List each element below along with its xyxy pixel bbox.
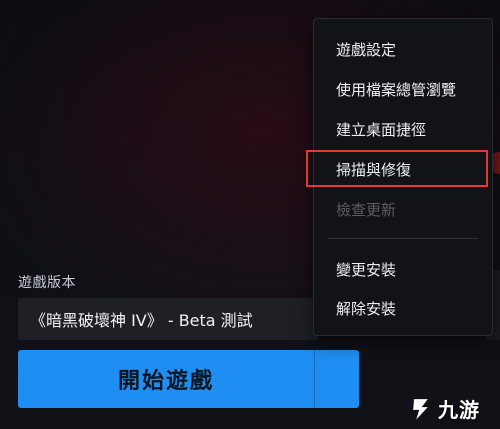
play-button[interactable]: 開始遊戲 [18, 350, 314, 408]
menu-item-uninstall[interactable]: 解除安裝 [336, 298, 396, 319]
play-button-label: 開始遊戲 [117, 369, 214, 394]
menu-item-modify-install[interactable]: 變更安裝 [336, 259, 396, 280]
watermark-text: 九游 [438, 398, 480, 422]
menu-item-scan-and-repair[interactable]: 掃描與修復 [336, 159, 411, 180]
watermark: 九游 [408, 394, 480, 423]
game-version-selected-value: 《暗黑破壞神 IV》 - Beta 測試 [30, 311, 253, 330]
game-version-label: 遊戲版本 [18, 275, 76, 291]
menu-item-show-in-explorer[interactable]: 使用檔案總管瀏覽 [336, 79, 456, 100]
menu-item-create-desktop-shortcut[interactable]: 建立桌面捷徑 [336, 119, 426, 140]
menu-item-game-settings[interactable]: 遊戲設定 [336, 39, 396, 60]
game-version-select[interactable]: 《暗黑破壞神 IV》 - Beta 測試 [18, 298, 318, 340]
menu-item-check-for-updates: 檢查更新 [336, 201, 397, 219]
game-options-context-menu: 遊戲設定 使用檔案總管瀏覽 建立桌面捷徑 掃描與修復 檢查更新 變更安裝 解除安… [313, 18, 493, 336]
menu-divider [328, 238, 478, 239]
watermark-logo-icon [412, 398, 429, 420]
play-options-dropdown-button[interactable] [314, 350, 359, 408]
